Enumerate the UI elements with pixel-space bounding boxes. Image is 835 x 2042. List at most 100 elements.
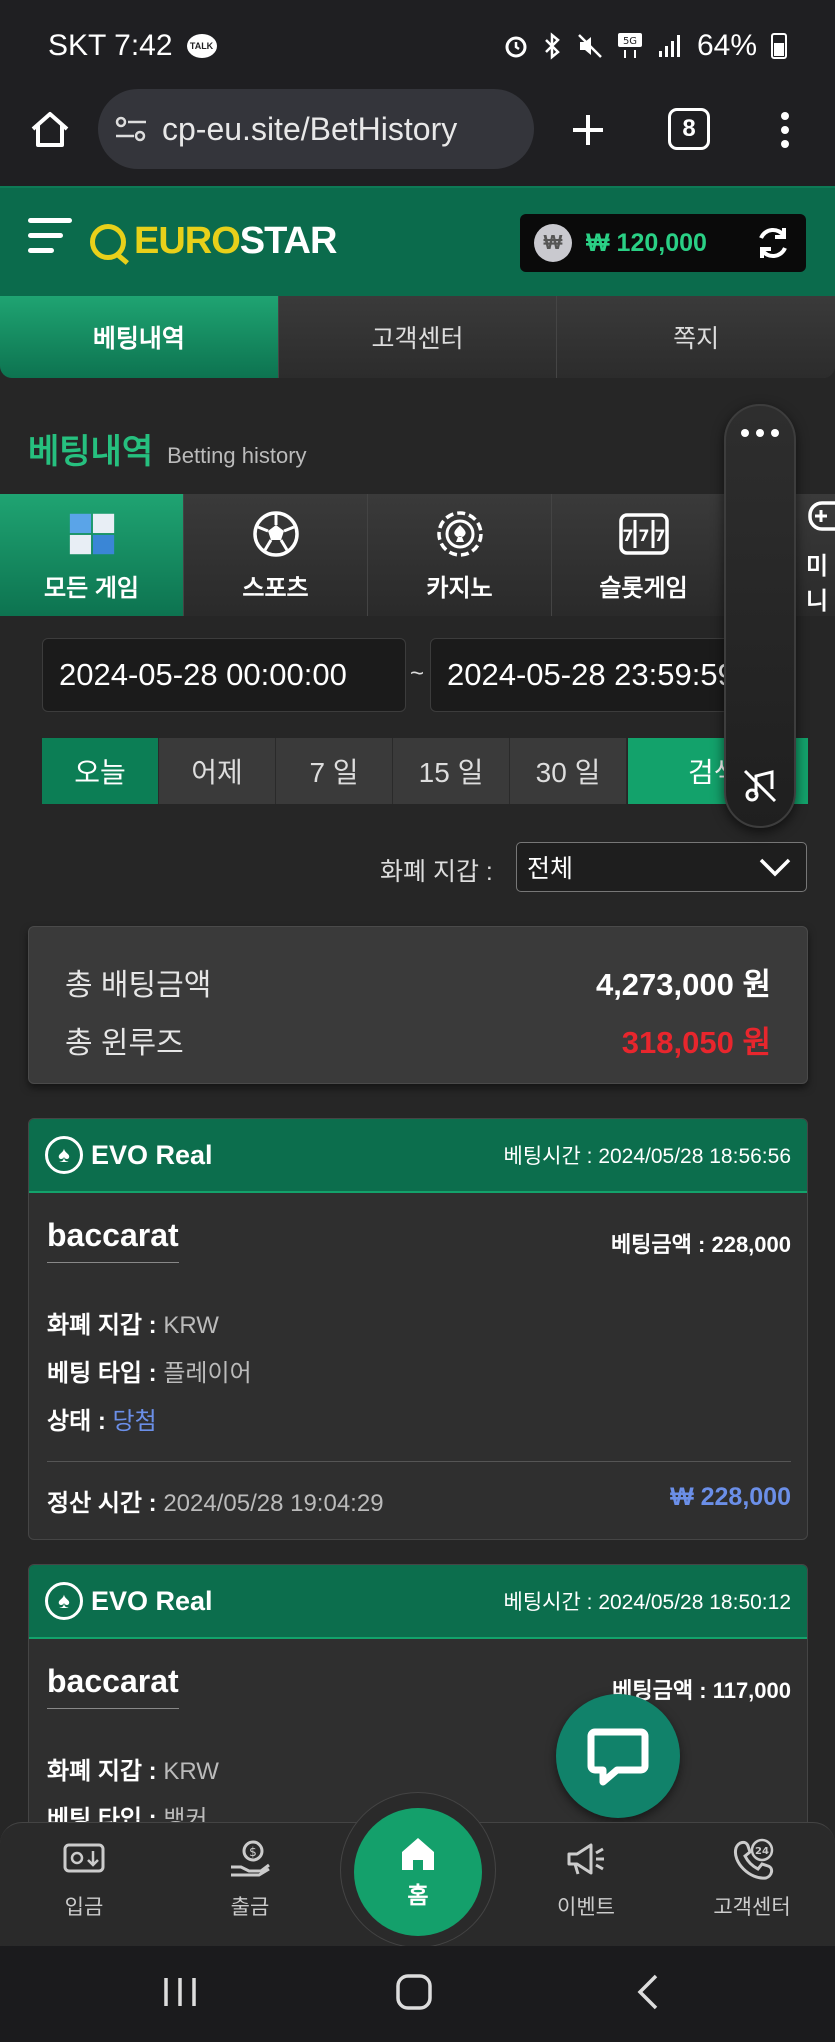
url-text: cp-eu.site/BetHistory (162, 110, 458, 147)
site-header: EURO STAR ₩ ₩ 120,000 (0, 186, 835, 296)
bet-provider: ♠ EVO Real (45, 1582, 213, 1620)
period-30days-button[interactable]: 30 일 (510, 738, 627, 804)
recent-apps-icon[interactable] (160, 1972, 200, 2012)
deposit-icon (62, 1837, 106, 1881)
category-all-games[interactable]: 모든 게임 (0, 494, 184, 616)
mute-icon (578, 34, 602, 58)
music-off-icon[interactable] (742, 768, 778, 804)
wallet-select-value: 전체 (527, 855, 574, 883)
bet-amount-value: 228,000 (711, 1232, 791, 1257)
settle-time-label: 정산 시간 : (47, 1490, 157, 1517)
logo-star-text: STAR (239, 220, 338, 262)
bet-time-value: 2024/05/28 18:56:56 (598, 1145, 791, 1168)
svg-text:7: 7 (622, 526, 633, 545)
nav-label: 이벤트 (557, 1896, 615, 1919)
bet-card-header: ♠ EVO Real 베팅시간 : 2024/05/28 18:50:12 (29, 1565, 807, 1639)
date-from-input[interactable]: 2024-05-28 00:00:00 (42, 638, 406, 712)
system-home-icon[interactable] (394, 1972, 434, 2012)
bet-time: 베팅시간 : 2024/05/28 18:56:56 (504, 1140, 791, 1170)
battery-icon (771, 33, 787, 59)
wallet-field-label: 화폐 지갑 : (47, 1312, 157, 1339)
gamepad-icon (806, 494, 835, 538)
period-7days-button[interactable]: 7 일 (276, 738, 393, 804)
wallet-field: 화폐 지갑 : KRW (47, 1305, 219, 1340)
category-label: 슬롯게임 (599, 574, 688, 602)
tab-bet-history[interactable]: 베팅내역 (0, 296, 279, 378)
date-to-input[interactable]: 2024-05-28 23:59:59 (430, 638, 750, 712)
svg-text:$: $ (249, 1845, 257, 1859)
game-name: baccarat (47, 1217, 179, 1263)
tab-customer-center[interactable]: 고객센터 (278, 296, 558, 378)
url-bar[interactable]: cp-eu.site/BetHistory (98, 89, 534, 169)
nav-customer-center[interactable]: 24 고객센터 (692, 1837, 812, 1921)
status-badge: 당첨 (112, 1408, 157, 1435)
nav-withdraw[interactable]: $ 출금 (190, 1837, 310, 1921)
period-15days-button[interactable]: 15 일 (393, 738, 510, 804)
spade-icon: ♠ (45, 1136, 83, 1174)
bet-time-label: 베팅시간 : (503, 1145, 593, 1168)
period-today-button[interactable]: 오늘 (42, 738, 159, 804)
svg-text:24: 24 (755, 1846, 769, 1857)
category-slots[interactable]: 777 슬롯게임 (552, 494, 736, 616)
nav-label: 출금 (230, 1896, 270, 1919)
support-24-icon: 24 (730, 1837, 774, 1881)
bet-card-body: baccarat 베팅금액 : 228,000 화폐 지갑 : KRW 베팅 타… (29, 1193, 807, 1539)
card-divider (47, 1461, 791, 1462)
date-separator: ~ (410, 660, 425, 687)
total-bet-label: 총 배팅금액 (65, 968, 212, 1002)
home-icon[interactable] (26, 106, 74, 154)
nav-deposit[interactable]: 입금 (24, 1837, 144, 1921)
back-icon[interactable] (628, 1972, 668, 2012)
withdraw-icon: $ (228, 1837, 272, 1881)
system-nav-bar (0, 1946, 835, 2042)
settle-amount: ₩ 228,000 (670, 1483, 791, 1511)
bet-type-label: 베팅 타입 : (47, 1360, 157, 1387)
category-casino[interactable]: 카지노 (368, 494, 552, 616)
carrier-time: SKT 7:42 (48, 29, 173, 62)
settle-time-value: 2024/05/28 19:04:29 (163, 1490, 384, 1517)
period-yesterday-button[interactable]: 어제 (159, 738, 276, 804)
total-bet-value: 4,273,000 원 (595, 967, 771, 1002)
new-tab-icon[interactable] (566, 106, 610, 154)
provider-name: EVO Real (91, 1139, 213, 1170)
provider-name: EVO Real (91, 1585, 213, 1616)
soccer-ball-icon (250, 508, 302, 560)
nav-home[interactable]: 홈 (354, 1808, 482, 1936)
live-chat-button[interactable] (556, 1694, 680, 1818)
wallet-select[interactable]: 전체 (516, 842, 807, 892)
hamburger-menu-icon[interactable] (28, 218, 72, 262)
category-label: 모든 게임 (44, 574, 139, 602)
floating-toolbar[interactable] (724, 404, 796, 828)
more-options-icon[interactable] (740, 428, 780, 438)
category-label: 스포츠 (242, 574, 309, 602)
tab-messages[interactable]: 쪽지 (557, 296, 835, 378)
logo-mark-icon (90, 223, 126, 260)
nav-label: 고객센터 (713, 1896, 791, 1919)
svg-text:7: 7 (638, 526, 649, 545)
bet-amount: 베팅금액 : 228,000 (611, 1227, 791, 1259)
bet-card: ♠ EVO Real 베팅시간 : 2024/05/28 18:56:56 ba… (28, 1118, 808, 1540)
casino-chip-icon (434, 508, 486, 560)
category-label: 카지노 (426, 574, 493, 602)
wallet-field: 화폐 지갑 : KRW (47, 1751, 219, 1786)
wallet-field-value: KRW (163, 1312, 219, 1339)
category-sports[interactable]: 스포츠 (184, 494, 368, 616)
bet-time-label: 베팅시간 : (503, 1591, 593, 1614)
more-menu-icon[interactable] (770, 106, 800, 154)
page-title: 베팅내역 Betting history (28, 424, 307, 473)
period-buttons: 오늘 어제 7 일 15 일 30 일 (42, 738, 627, 804)
nav-label: 홈 (407, 1882, 429, 1908)
page-title-en: Betting history (167, 443, 307, 468)
total-winlose-value: 318,050 원 (621, 1025, 771, 1060)
settle-time-field: 정산 시간 : 2024/05/28 19:04:29 (47, 1483, 384, 1518)
app-root: SKT 7:42 TALK 5G 64% cp-eu.site/BetHisto… (0, 0, 835, 2042)
tab-count-button[interactable]: 8 (668, 108, 710, 150)
megaphone-icon (564, 1837, 608, 1881)
refresh-icon[interactable] (754, 224, 792, 262)
site-settings-icon[interactable] (114, 114, 148, 144)
nav-events[interactable]: 이벤트 (526, 1837, 646, 1921)
chevron-down-icon (759, 858, 791, 877)
bet-time-value: 2024/05/28 18:50:12 (598, 1591, 791, 1614)
eurostar-logo[interactable]: EURO STAR (90, 220, 338, 263)
wallet-field-value: KRW (163, 1758, 219, 1785)
